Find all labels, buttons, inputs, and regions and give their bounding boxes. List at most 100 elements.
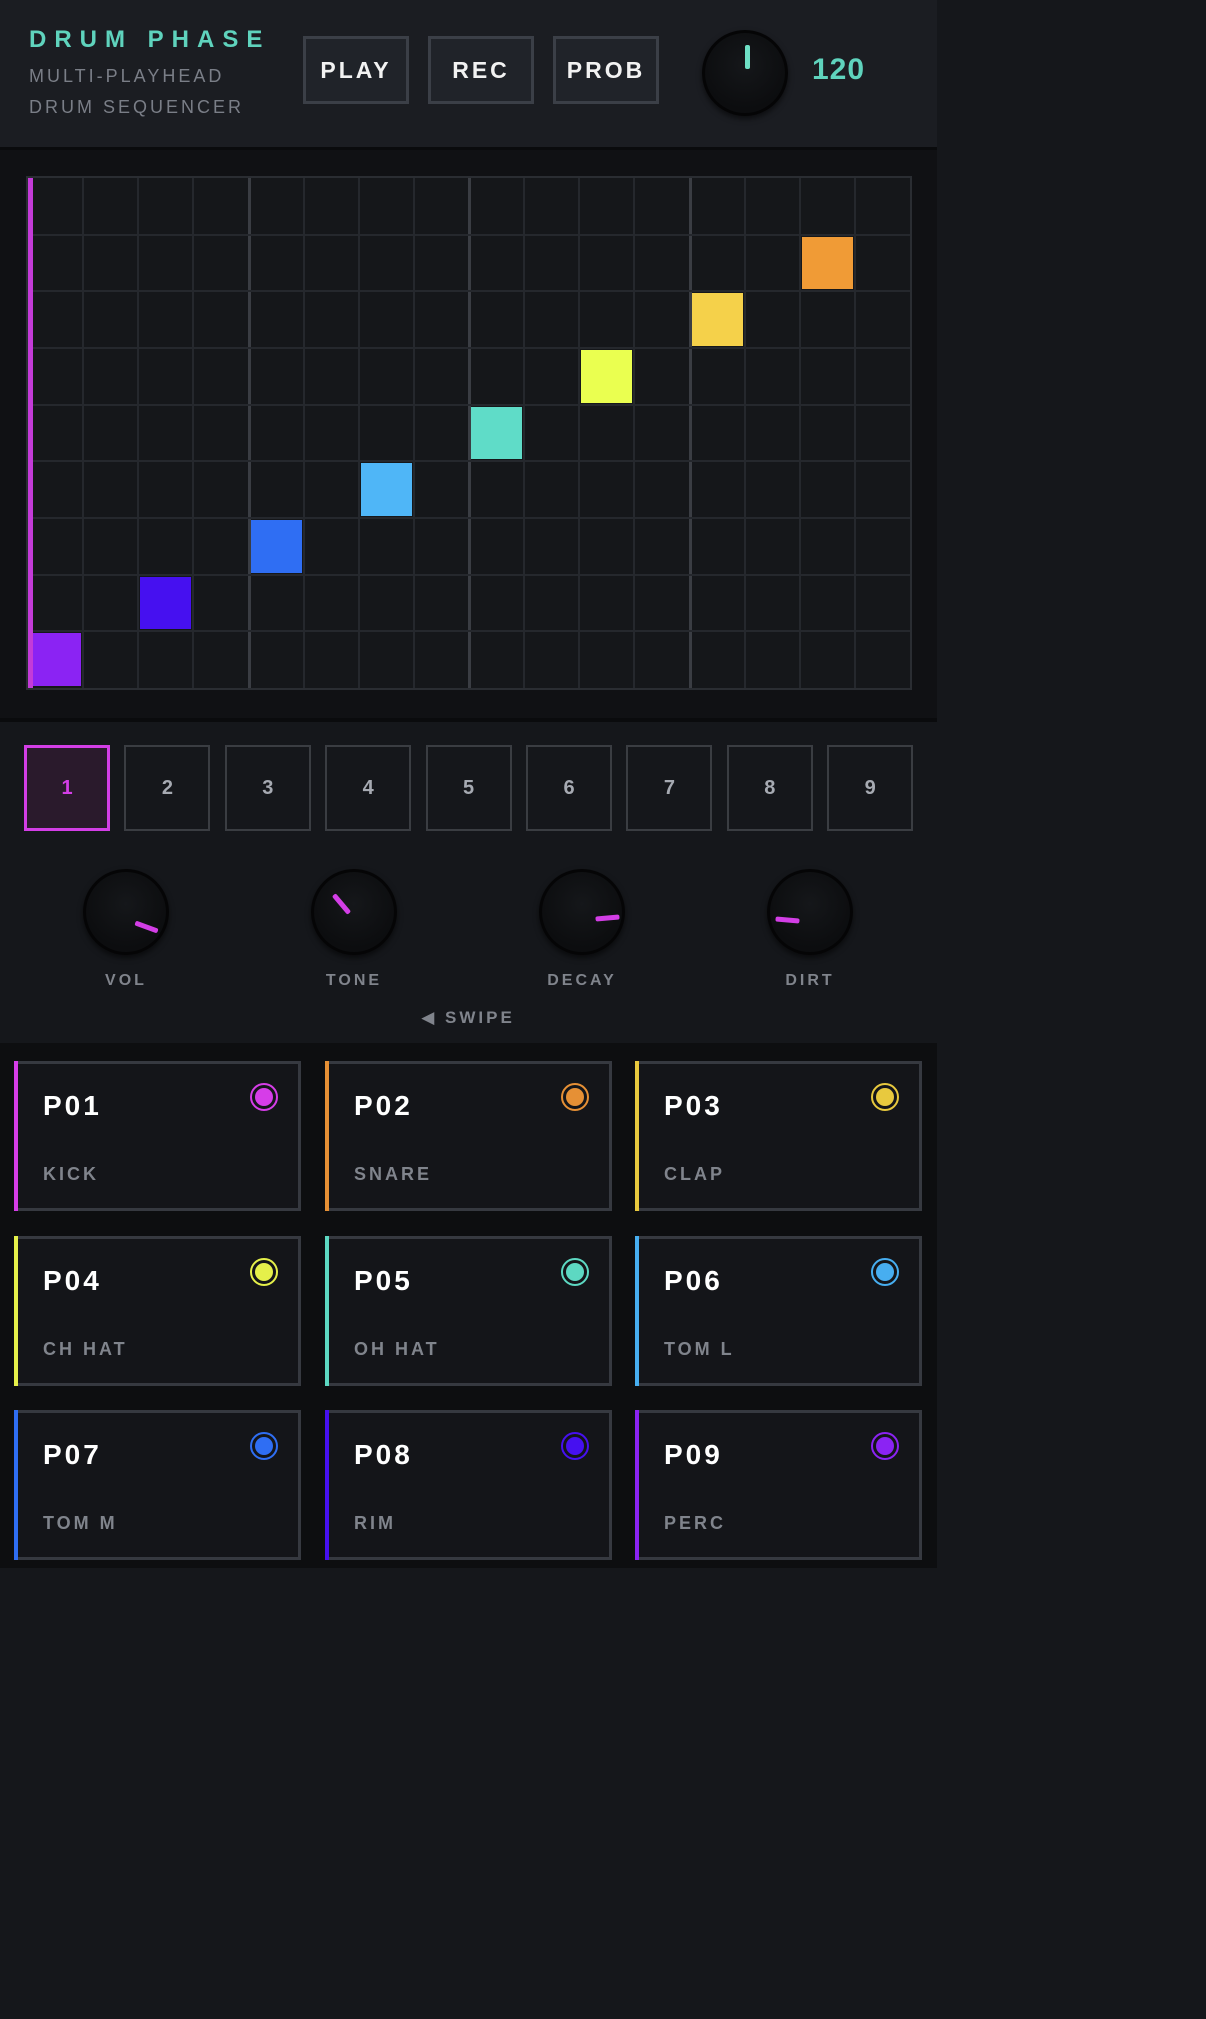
track-select-1[interactable]: 1 [24,745,110,831]
pad-p05[interactable]: P05 OH HAT [325,1236,612,1386]
record-button[interactable]: REC [428,36,534,104]
decay-knob[interactable] [539,869,625,955]
pad-name: CH HAT [43,1339,128,1359]
pad-color-indicator-icon [561,1083,589,1111]
step-divider [853,178,856,688]
step-note[interactable] [140,576,192,630]
pad-name: CLAP [664,1164,725,1184]
row-divider [28,347,910,349]
header: DRUM PHASE MULTI-PLAYHEAD DRUM SEQUENCER… [0,0,937,150]
pad-name: OH HAT [354,1339,440,1359]
pad-p08[interactable]: P08 RIM [325,1410,612,1560]
pad-name: SNARE [354,1164,433,1184]
step-note[interactable] [581,350,633,403]
pad-p01[interactable]: P01 KICK [14,1061,301,1211]
tempo-value: 120 [812,53,866,86]
step-note[interactable] [691,293,743,346]
track-select-8[interactable]: 8 [726,745,813,831]
row-divider [28,573,910,576]
step-divider [357,178,360,688]
pad-name: RIM [354,1513,396,1533]
step-divider [192,178,195,688]
track-select-3[interactable]: 3 [224,745,311,831]
dirt-knob[interactable] [767,869,853,955]
step-divider [523,178,526,688]
track-select-5[interactable]: 5 [425,745,512,831]
bar-divider [688,178,692,688]
tone-label: TONE [325,972,383,989]
tone-knob-indicator [331,893,352,915]
row-divider [28,290,910,293]
app-subtitle-line1: MULTI-PLAYHEAD [29,66,225,86]
step-note[interactable] [30,633,82,686]
track-select-4[interactable]: 4 [325,745,412,831]
step-note[interactable] [801,236,853,290]
pad-name: TOM L [664,1339,735,1359]
step-divider [137,178,140,688]
pad-color-indicator-icon [250,1083,278,1111]
pad-color-stripe [14,1236,18,1386]
pad-color-stripe [325,1236,329,1386]
pad-name: KICK [43,1164,99,1184]
pad-p04[interactable]: P04 CH HAT [14,1236,301,1386]
decay-knob-indicator [595,914,620,922]
pad-color-indicator-icon [871,1083,899,1111]
pad-color-stripe [635,1410,639,1560]
step-note[interactable] [250,520,302,573]
pad-color-indicator-icon [871,1432,899,1460]
pad-p07[interactable]: P07 TOM M [14,1410,301,1560]
pad-name: TOM M [43,1513,118,1533]
step-divider [743,178,746,688]
row-divider [28,517,910,519]
step-note[interactable] [471,406,523,460]
dirt-knob-indicator [775,916,800,924]
tempo-knob-indicator [745,45,750,69]
pad-p09[interactable]: P09 PERC [635,1410,922,1560]
tone-knob[interactable] [311,869,397,955]
play-button[interactable]: PLAY [303,36,409,104]
track-select-9[interactable]: 9 [827,745,914,831]
track-select-7[interactable]: 7 [626,745,713,831]
pad-id: P03 [664,1090,723,1121]
bar-divider [247,178,251,688]
pad-color-dot [876,1088,894,1106]
step-divider [633,178,636,688]
tempo-knob[interactable] [702,30,788,116]
row-divider [28,403,910,406]
playhead[interactable] [28,178,33,688]
pad-color-indicator-icon [561,1258,589,1286]
sequencer-area [0,150,937,722]
step-divider [82,178,85,688]
row-divider [28,630,910,633]
pad-p03[interactable]: P03 CLAP [635,1061,922,1211]
pad-color-dot [876,1437,894,1455]
pad-p02[interactable]: P02 SNARE [325,1061,612,1211]
pad-id: P01 [43,1090,102,1121]
pad-color-dot [876,1263,894,1281]
app-subtitle-line2: DRUM SEQUENCER [29,97,245,117]
track-select-2[interactable]: 2 [124,745,211,831]
track-select-6[interactable]: 6 [526,745,612,831]
pad-color-dot [566,1088,584,1106]
pad-color-stripe [635,1061,639,1211]
volume-knob[interactable] [83,869,169,955]
pad-color-dot [566,1437,584,1455]
step-divider [578,178,581,688]
pad-name: PERC [664,1513,727,1533]
pad-id: P02 [354,1090,413,1121]
step-divider [302,178,305,688]
step-grid[interactable] [26,176,912,690]
pad-color-dot [255,1263,273,1281]
pad-p06[interactable]: P06 TOM L [635,1236,922,1386]
step-divider [412,178,415,688]
decay-label: DECAY [547,972,617,989]
row-divider [28,460,910,463]
pad-id: P04 [43,1265,102,1296]
pad-color-indicator-icon [561,1432,589,1460]
pad-id: P08 [354,1439,413,1470]
pad-color-dot [255,1088,273,1106]
pad-id: P05 [354,1265,413,1296]
step-divider [798,178,801,688]
step-note[interactable] [360,463,412,516]
probability-button[interactable]: PROB [553,36,659,104]
